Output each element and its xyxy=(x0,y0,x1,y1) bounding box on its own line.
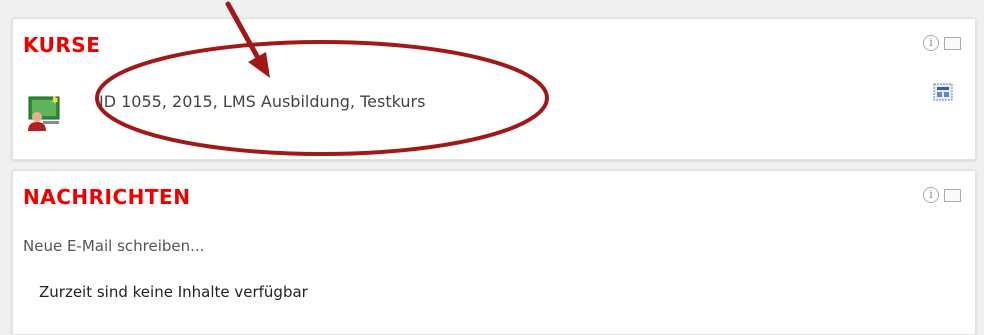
course-entry-link[interactable]: ID 1055, 2015, LMS Ausbildung, Testkurs xyxy=(99,92,425,111)
compose-email-link[interactable]: Neue E-Mail schreiben... xyxy=(23,237,204,255)
kurse-header-icons: i xyxy=(923,35,961,51)
nachrichten-header-icons: i xyxy=(923,187,961,203)
kurse-title: KURSE xyxy=(23,33,101,57)
kurse-panel: KURSE i ID 1055, 2015, LMS Ausbildung, T… xyxy=(12,18,976,160)
window-icon[interactable] xyxy=(944,188,961,202)
nachrichten-title: NACHRICHTEN xyxy=(23,185,191,209)
window-icon[interactable] xyxy=(944,36,961,50)
teacher-board-icon xyxy=(28,96,60,131)
course-calendar-icon[interactable] xyxy=(933,83,953,101)
info-icon[interactable]: i xyxy=(923,35,939,51)
empty-message: Zurzeit sind keine Inhalte verfügbar xyxy=(39,283,308,301)
nachrichten-panel: NACHRICHTEN i Neue E-Mail schreiben... Z… xyxy=(12,170,976,335)
info-icon[interactable]: i xyxy=(923,187,939,203)
